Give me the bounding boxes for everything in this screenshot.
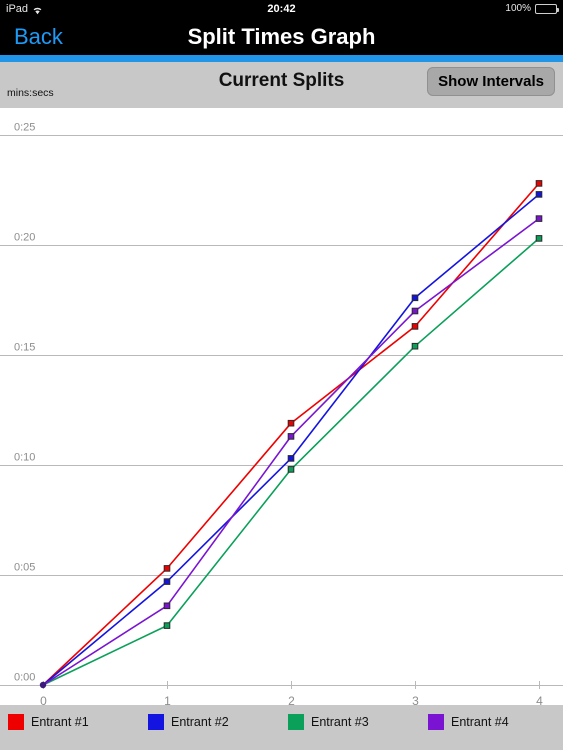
split-times-chart: 0:00 0:05 0:10 0:15 0:20 0:25 0 1 2 3 4 bbox=[0, 108, 563, 705]
battery-percent-label: 100% bbox=[505, 3, 531, 14]
data-point-marker bbox=[535, 191, 543, 198]
data-point-marker bbox=[163, 565, 171, 572]
data-point-marker bbox=[411, 307, 419, 315]
series-line bbox=[42, 237, 540, 686]
data-point-marker bbox=[411, 323, 419, 330]
legend-item[interactable]: Entrant #3 bbox=[288, 713, 369, 730]
legend-label: Entrant #3 bbox=[311, 714, 369, 729]
y-axis-tick-label: 0:05 bbox=[14, 562, 35, 574]
chart-toolbar: mins:secs Current Splits Show Intervals bbox=[0, 62, 563, 108]
battery-full-icon bbox=[535, 4, 559, 14]
data-point-marker bbox=[535, 215, 543, 222]
show-intervals-button[interactable]: Show Intervals bbox=[427, 67, 555, 96]
status-bar: iPad 20:42 100% bbox=[0, 0, 563, 18]
data-point-marker bbox=[535, 235, 543, 242]
y-axis-tick-label: 0:10 bbox=[14, 452, 35, 464]
data-point-marker bbox=[163, 602, 171, 610]
status-bar-right: 100% bbox=[505, 2, 559, 16]
legend-item[interactable]: Entrant #1 bbox=[8, 713, 89, 730]
y-axis-tick-label: 0:15 bbox=[14, 342, 35, 354]
legend-color-swatch bbox=[148, 713, 164, 730]
x-axis-tick-label: 3 bbox=[412, 694, 419, 705]
legend-label: Entrant #2 bbox=[171, 714, 229, 729]
legend-color-swatch bbox=[428, 713, 444, 730]
data-point-marker bbox=[535, 180, 543, 187]
status-bar-clock: 20:42 bbox=[267, 3, 296, 15]
legend-color-swatch bbox=[8, 713, 24, 730]
x-axis-tick-label: 1 bbox=[164, 694, 171, 705]
data-point-marker bbox=[287, 433, 295, 440]
legend-item[interactable]: Entrant #4 bbox=[428, 713, 509, 730]
legend-color-swatch bbox=[288, 713, 304, 730]
origin-marker bbox=[39, 681, 47, 689]
y-axis-tick-label: 0:00 bbox=[14, 672, 35, 684]
nav-accent-rule bbox=[0, 55, 563, 62]
page-title: Split Times Graph bbox=[187, 24, 376, 49]
chart-legend: Entrant #1 Entrant #2 Entrant #3 Entrant #4 bbox=[0, 705, 563, 750]
y-axis-tick-label: 0:20 bbox=[14, 232, 35, 244]
x-axis-tick-label: 0 bbox=[40, 694, 47, 705]
data-point-marker bbox=[163, 578, 171, 585]
legend-label: Entrant #1 bbox=[31, 714, 89, 729]
data-point-marker bbox=[287, 419, 295, 427]
chart-canvas: 0:00 0:05 0:10 0:15 0:20 0:25 0 1 2 3 4 bbox=[0, 122, 563, 705]
data-point-marker bbox=[287, 466, 295, 473]
data-point-marker bbox=[411, 294, 419, 302]
x-axis-tick-label: 4 bbox=[536, 694, 543, 705]
legend-item[interactable]: Entrant #2 bbox=[148, 713, 229, 730]
legend-label: Entrant #4 bbox=[451, 714, 509, 729]
x-axis-tick-label: 2 bbox=[288, 694, 295, 705]
data-point-marker bbox=[163, 622, 171, 629]
data-point-marker bbox=[411, 342, 419, 350]
app-root: iPad 20:42 100% Back Split Times Graph m… bbox=[0, 0, 563, 750]
data-point-marker bbox=[287, 455, 295, 462]
navigation-bar: Back Split Times Graph bbox=[0, 18, 563, 55]
y-axis-tick-label: 0:25 bbox=[14, 122, 35, 134]
